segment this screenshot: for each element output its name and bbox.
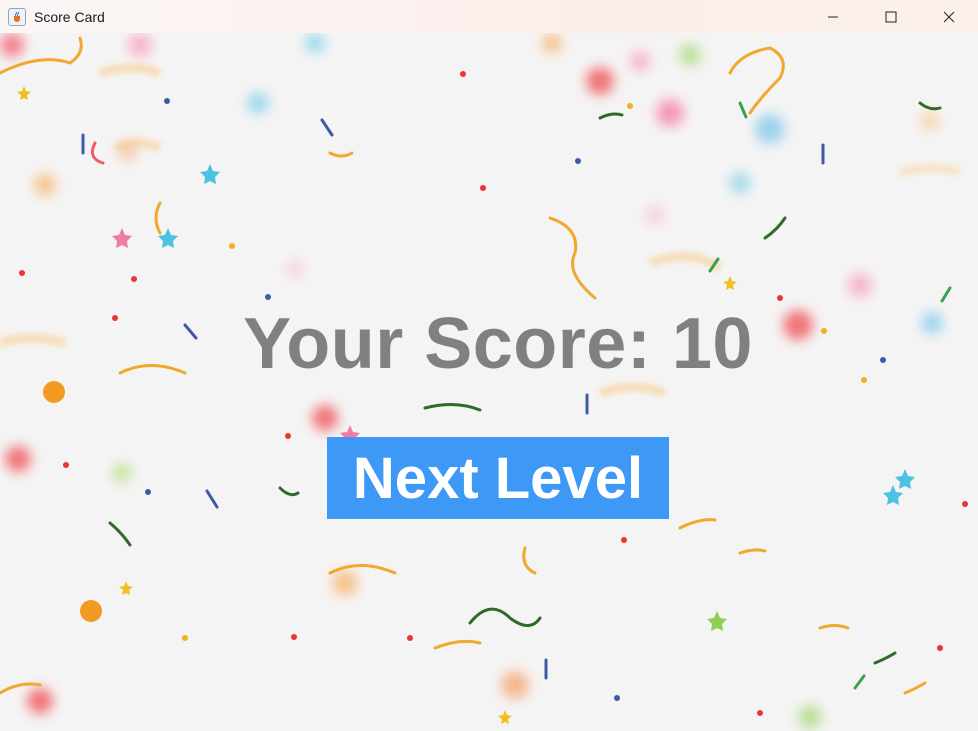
java-cup-icon xyxy=(8,7,26,26)
score-panel: Your Score: 10 Next Level xyxy=(0,33,978,731)
window-controls xyxy=(804,0,978,33)
maximize-button[interactable] xyxy=(862,0,920,33)
minimize-icon xyxy=(828,16,838,17)
minimize-button[interactable] xyxy=(804,0,862,33)
maximize-icon xyxy=(885,11,897,22)
close-icon xyxy=(943,11,955,22)
title-bar: Score Card xyxy=(0,0,978,33)
close-button[interactable] xyxy=(920,0,978,33)
score-label: Your Score: 10 xyxy=(243,304,753,384)
next-level-button[interactable]: Next Level xyxy=(327,437,669,519)
window-title: Score Card xyxy=(34,8,105,25)
